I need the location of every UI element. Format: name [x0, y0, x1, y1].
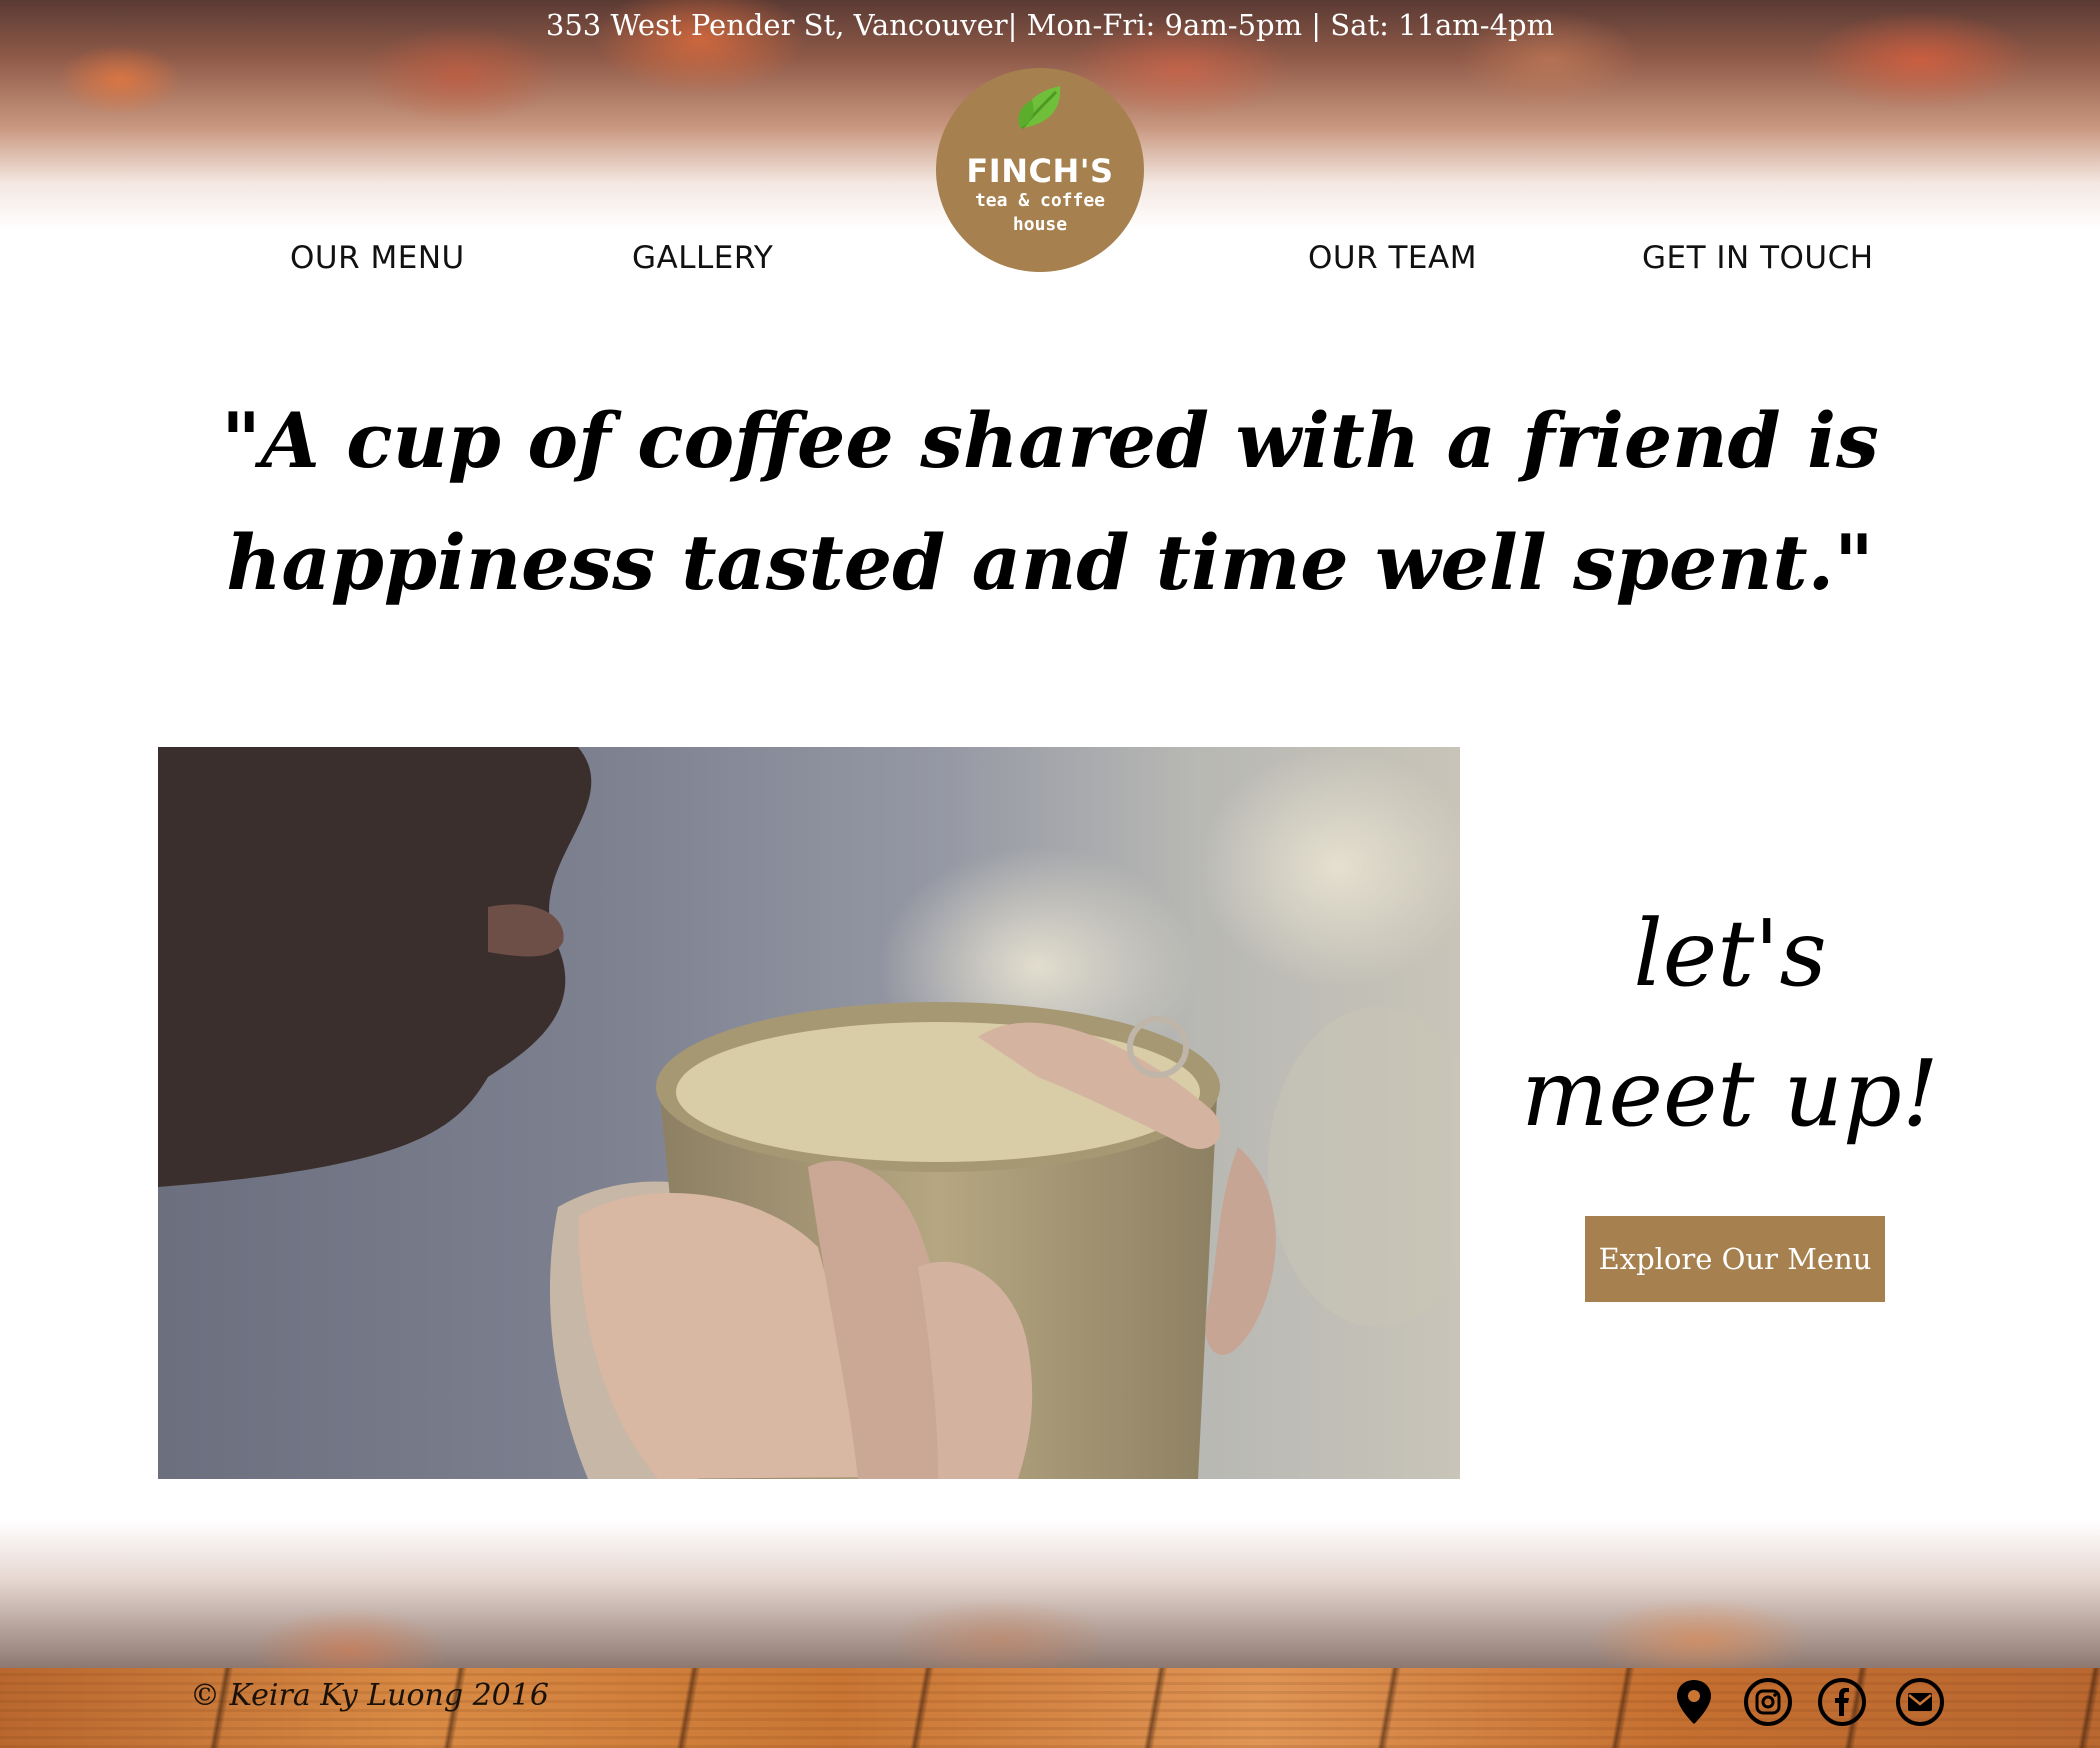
location-pin-icon[interactable] [1668, 1676, 1720, 1728]
facebook-icon[interactable] [1816, 1676, 1868, 1728]
logo-name: FINCH'S [966, 152, 1114, 190]
instagram-icon[interactable] [1742, 1676, 1794, 1728]
meetup-line1: let's [1633, 900, 1827, 1007]
hero-quote: "A cup of coffee shared with a friend is… [221, 396, 1879, 607]
meetup-line2: meet up! [1521, 1040, 1939, 1147]
leaf-icon [1018, 86, 1061, 129]
logo-tagline-line1: tea & coffee [974, 190, 1106, 211]
copyright-text: © Keira Ky Luong 2016 [190, 1678, 549, 1713]
nav-our-team[interactable]: OUR TEAM [1308, 240, 1477, 276]
explore-menu-button[interactable]: Explore Our Menu [1585, 1216, 1885, 1302]
address-hours-bar: 353 West Pender St, Vancouver| Mon-Fri: … [545, 8, 1555, 42]
nav-gallery[interactable]: GALLERY [632, 240, 773, 276]
logo-tagline-line2: house [1012, 214, 1068, 235]
footer-background [0, 1520, 2100, 1670]
finchs-logo[interactable]: FINCH'S tea & coffee house [936, 68, 1144, 272]
nav-our-menu[interactable]: OUR MENU [290, 240, 465, 276]
mail-icon[interactable] [1894, 1676, 1946, 1728]
coffee-cup-photo [158, 747, 1460, 1479]
coffee-photo-illustration [158, 747, 1460, 1479]
nav-get-in-touch[interactable]: GET IN TOUCH [1642, 240, 1874, 276]
